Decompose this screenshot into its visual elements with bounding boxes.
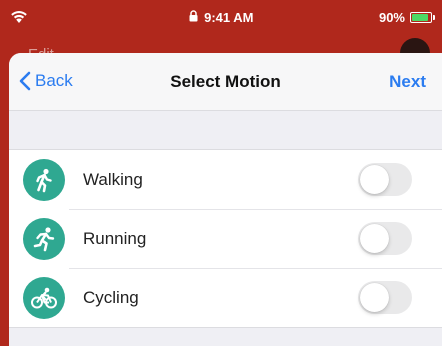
status-bar: 9:41 AM 90% bbox=[0, 0, 442, 40]
motion-label-running: Running bbox=[83, 228, 147, 248]
select-motion-sheet: Back Select Motion Next Walking Running … bbox=[9, 53, 442, 346]
toggle-knob bbox=[360, 224, 389, 253]
battery-percentage: 90% bbox=[378, 10, 405, 25]
next-button[interactable]: Next bbox=[389, 72, 426, 92]
running-toggle[interactable] bbox=[358, 222, 412, 255]
battery-icon bbox=[410, 12, 435, 23]
page-title: Select Motion bbox=[170, 72, 281, 91]
motion-label-walking: Walking bbox=[83, 169, 143, 189]
motion-row-walking[interactable]: Walking bbox=[9, 150, 442, 209]
battery-level bbox=[412, 14, 429, 21]
walking-icon bbox=[23, 158, 65, 201]
motion-list: Walking Running Cycling bbox=[9, 149, 442, 328]
motion-label-cycling: Cycling bbox=[83, 287, 139, 307]
motion-row-cycling[interactable]: Cycling bbox=[9, 268, 442, 327]
toggle-knob bbox=[360, 283, 389, 312]
navigation-bar: Back Select Motion Next bbox=[9, 53, 442, 111]
toggle-knob bbox=[360, 165, 389, 194]
motion-row-running[interactable]: Running bbox=[9, 209, 442, 268]
cycling-icon bbox=[23, 276, 65, 319]
walking-toggle[interactable] bbox=[358, 163, 412, 196]
cycling-toggle[interactable] bbox=[358, 281, 412, 314]
status-time: 9:41 AM bbox=[204, 10, 254, 25]
app-screen: 9:41 AM 90% Edit Back Select Motion Next bbox=[0, 0, 442, 346]
running-icon bbox=[23, 217, 65, 260]
lock-icon bbox=[189, 10, 198, 25]
